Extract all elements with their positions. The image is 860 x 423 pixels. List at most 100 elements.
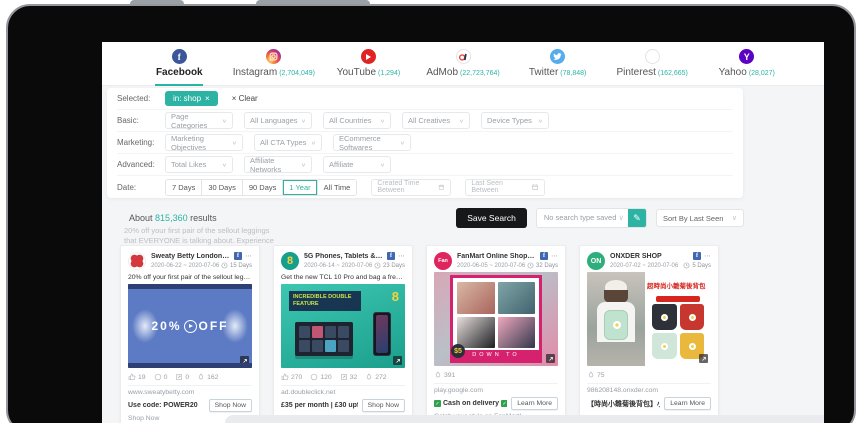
date-range-1year[interactable]: 1 Year — [283, 180, 317, 195]
save-search-button[interactable]: Save Search — [456, 208, 527, 228]
like-icon — [281, 373, 289, 381]
basic-label: Basic: — [117, 116, 165, 125]
saved-search-select[interactable]: No search type saved ∨ ✎ — [536, 208, 647, 228]
selected-filter-chip[interactable]: in: shop × — [165, 91, 218, 106]
advertiser-name[interactable]: Sweaty Betty London | Wom... — [151, 253, 231, 260]
tab-count: (78,848) — [560, 70, 586, 77]
ad-cta-text: Use code: POWER20 — [128, 402, 205, 409]
ad-date-range: 2020-06-22 ~ 2020-07-06 — [151, 263, 219, 269]
select-cta-types[interactable]: All CTA Types∨ — [254, 134, 322, 151]
calendar-icon — [531, 183, 539, 191]
tab-label: Pinterest — [616, 67, 655, 78]
price-badge: $5 — [451, 344, 465, 358]
ad-cta-text: ✓Cash on delivery ✓Days fr... — [434, 400, 507, 407]
more-options-icon[interactable]: ⋯ — [704, 252, 711, 260]
date-range-alltime[interactable]: All Time — [318, 180, 357, 195]
tab-youtube[interactable]: YouTube(1,294) — [321, 42, 416, 86]
chevron-down-icon: ∨ — [619, 213, 625, 222]
ad-landing-url[interactable]: www.sweatybetty.com — [128, 385, 252, 396]
select-marketing-objectives[interactable]: Marketing Objectives∨ — [165, 134, 243, 151]
tab-twitter[interactable]: Twitter(78,848) — [510, 42, 605, 86]
yahoo-icon: Y — [739, 49, 754, 64]
tab-label: Facebook — [156, 67, 203, 78]
clock-icon — [683, 262, 690, 269]
admob-icon — [456, 49, 471, 64]
clock-icon — [221, 262, 228, 269]
ad-stats: 270 120 32 272 — [281, 373, 405, 381]
sort-select[interactable]: Sort By Last Seen∨ — [656, 209, 744, 227]
ad-date-range: 2020-06-05 ~ 2020-07-06 — [457, 263, 525, 269]
select-total-likes[interactable]: Total Likes∨ — [165, 156, 233, 173]
ad-landing-url[interactable]: 986208148.onxder.com — [587, 383, 711, 394]
select-languages[interactable]: All Languages∨ — [244, 112, 312, 129]
more-options-icon[interactable]: ⋯ — [398, 252, 405, 260]
more-options-icon[interactable]: ⋯ — [245, 252, 252, 260]
expand-icon[interactable] — [546, 354, 555, 363]
more-options-icon[interactable]: ⋯ — [551, 252, 558, 260]
advanced-label: Advanced: — [117, 160, 165, 169]
tab-facebook[interactable]: f Facebook — [132, 42, 227, 86]
advertiser-name[interactable]: ONXDER SHOP — [610, 253, 690, 260]
ad-card-grid: Sweaty Betty London | Wom... f ⋯ 2020-06… — [120, 245, 719, 423]
advertiser-avatar[interactable]: ON — [587, 252, 605, 270]
shop-now-button[interactable]: Shop Now — [209, 399, 252, 412]
select-countries[interactable]: All Countries∨ — [323, 112, 391, 129]
expand-icon[interactable] — [393, 356, 402, 365]
ad-creative[interactable]: INCREDIBLE DOUBLE FEATURE 8 — [281, 284, 405, 368]
advertiser-name[interactable]: 5G Phones, Tablets & SIMs | ... — [304, 253, 384, 260]
network-tabbar: f Facebook Instagram(2,704,049) YouTube(… — [102, 42, 824, 86]
share-icon — [175, 373, 183, 381]
select-ecommerce-softwares[interactable]: ECommerce Softwares∨ — [333, 134, 411, 151]
tab-admob[interactable]: AdMob(22,723,764) — [416, 42, 511, 86]
chevron-down-icon: ∨ — [380, 118, 385, 124]
popularity-icon — [365, 373, 373, 381]
tab-instagram[interactable]: Instagram(2,704,049) — [227, 42, 322, 86]
advertiser-name[interactable]: FanMart Online Shopping - F... — [457, 253, 537, 260]
learn-more-button[interactable]: Learn More — [511, 397, 558, 410]
comment-icon — [310, 373, 318, 381]
twitter-icon — [550, 49, 565, 64]
ad-creative[interactable]: 20%OFF — [128, 284, 252, 368]
promo-text: INCREDIBLE DOUBLE FEATURE — [289, 291, 361, 311]
date-range-90days[interactable]: 90 Days — [243, 180, 284, 195]
ad-landing-url[interactable]: play.google.com — [434, 383, 558, 394]
advertiser-avatar[interactable]: Fan — [434, 252, 452, 270]
advertiser-avatar[interactable]: 8 — [281, 252, 299, 270]
tab-yahoo[interactable]: Y Yahoo(28,027) — [699, 42, 794, 86]
expand-icon[interactable] — [240, 356, 249, 365]
popularity-icon — [587, 371, 595, 379]
tab-count: (2,704,049) — [279, 70, 315, 77]
page: f Facebook Instagram(2,704,049) YouTube(… — [0, 0, 860, 423]
ad-creative[interactable]: $5 DOWN TO — [434, 272, 558, 366]
filter-row-advanced: Advanced: Total Likes∨ Affiliate Network… — [117, 154, 733, 176]
date-range-30days[interactable]: 30 Days — [202, 180, 243, 195]
ad-date-range: 2020-06-14 ~ 2020-07-06 — [304, 263, 372, 269]
tab-pinterest[interactable]: P Pinterest(162,665) — [605, 42, 700, 86]
learn-more-button[interactable]: Learn More — [664, 397, 711, 410]
tab-count: (28,027) — [749, 70, 775, 77]
ad-creative[interactable]: 超時尚小雛菊後背包 — [587, 272, 711, 366]
select-device-types[interactable]: Device Types∨ — [481, 112, 549, 129]
last-seen-between-input[interactable]: Last Seen Between — [465, 179, 545, 196]
tab-count: (22,723,764) — [460, 70, 500, 77]
select-creatives[interactable]: All Creatives∨ — [402, 112, 470, 129]
select-affiliate-networks[interactable]: Affiliate Networks∨ — [244, 156, 312, 173]
select-page-categories[interactable]: Page Categories∨ — [165, 112, 233, 129]
edit-saved-search-button[interactable]: ✎ — [628, 209, 646, 227]
chevron-down-icon: ∨ — [222, 162, 227, 168]
date-range-7days[interactable]: 7 Days — [166, 180, 202, 195]
chip-close-icon[interactable]: × — [205, 94, 210, 103]
shop-now-button[interactable]: Shop Now — [362, 399, 405, 412]
play-icon — [184, 320, 197, 333]
created-time-between-input[interactable]: Created Time Between — [371, 179, 451, 196]
clear-filters-button[interactable]: × Clear — [232, 94, 258, 103]
ad-text: 20% off your first pair of the sellout l… — [128, 274, 252, 281]
expand-icon[interactable] — [699, 354, 708, 363]
chevron-down-icon: ∨ — [222, 118, 227, 124]
ad-landing-url[interactable]: ad.doubleclick.net — [281, 385, 405, 396]
instagram-icon — [266, 49, 281, 64]
filter-row-marketing: Marketing: Marketing Objectives∨ All CTA… — [117, 132, 733, 154]
select-affiliate[interactable]: Affiliate∨ — [323, 156, 391, 173]
advertiser-avatar[interactable] — [128, 252, 146, 270]
ad-stats: 75 — [587, 371, 711, 379]
